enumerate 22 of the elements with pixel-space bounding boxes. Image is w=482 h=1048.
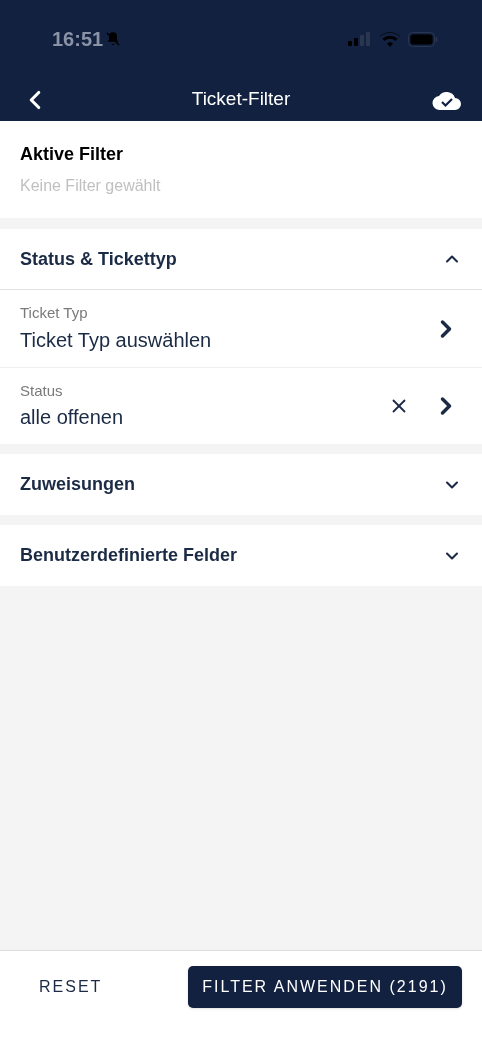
section-header[interactable]: Benutzerdefinierte Felder <box>0 525 482 586</box>
section-title: Status & Tickettyp <box>20 247 177 271</box>
filter-row[interactable]: Ticket Typ Ticket Typ auswählen <box>0 290 482 367</box>
field-value: Ticket Typ auswählen <box>20 327 212 353</box>
field-label: Ticket Typ <box>20 303 89 324</box>
field-value: alle offenen <box>20 405 124 431</box>
muted-bell-icon <box>105 31 122 47</box>
signal-icon <box>348 32 372 46</box>
filter-row[interactable]: Status alle offenen <box>0 367 482 444</box>
apply-filter-button[interactable]: FILTER ANWENDEN (2191) <box>188 966 462 1008</box>
active-filters-title: Aktive Filter <box>20 143 125 166</box>
reset-button[interactable]: RESET <box>39 966 103 1008</box>
section-title: Benutzerdefinierte Felder <box>20 544 238 567</box>
section-header[interactable]: Status & Tickettyp <box>0 229 482 290</box>
wifi-icon <box>380 31 400 47</box>
empty-filters-text: Keine Filter gewählt <box>20 176 162 196</box>
page-title: Ticket-Filter <box>191 87 291 112</box>
section-title: Zuweisungen <box>20 473 135 496</box>
status-time: 16:51 <box>52 27 104 52</box>
battery-icon <box>408 31 438 47</box>
section-header[interactable]: Zuweisungen <box>0 454 482 515</box>
field-label: Status <box>20 380 64 401</box>
